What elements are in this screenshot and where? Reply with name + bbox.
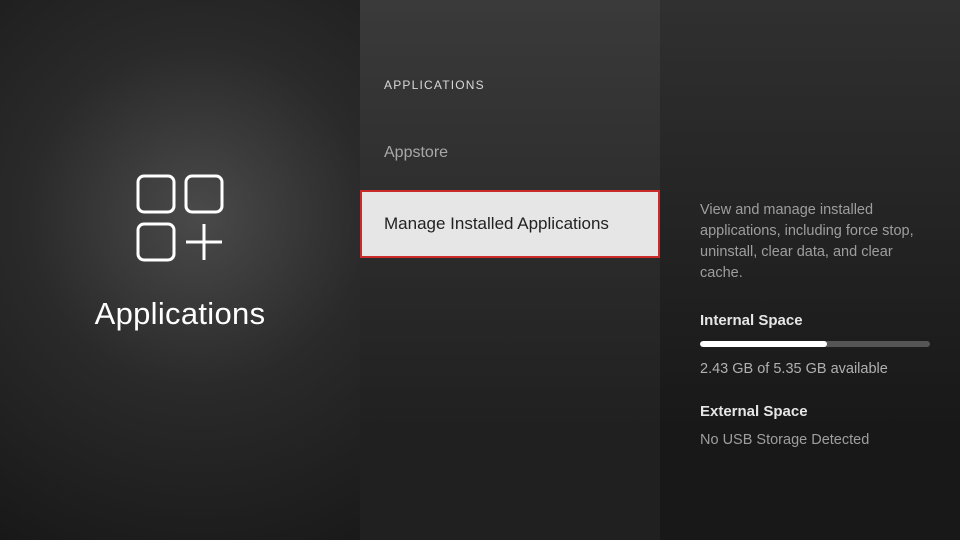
menu-item-appstore[interactable]: Appstore: [360, 126, 660, 180]
internal-space-label: Internal Space: [700, 312, 930, 329]
internal-space-bar: [700, 341, 930, 347]
menu-item-label: Appstore: [384, 144, 448, 161]
internal-space-fill: [700, 341, 827, 347]
section-heading: APPLICATIONS: [360, 78, 660, 126]
applications-icon: [130, 168, 230, 268]
external-space-label: External Space: [700, 403, 930, 420]
internal-space-text: 2.43 GB of 5.35 GB available: [700, 361, 930, 377]
menu-item-manage-installed-applications[interactable]: Manage Installed Applications: [360, 190, 660, 258]
detail-panel: View and manage installed applications, …: [660, 0, 960, 540]
detail-description: View and manage installed applications, …: [700, 200, 930, 284]
menu-item-label: Manage Installed Applications: [384, 214, 609, 233]
settings-list: APPLICATIONS Appstore Manage Installed A…: [360, 0, 660, 540]
sidebar-title: Applications: [95, 296, 266, 332]
external-space-text: No USB Storage Detected: [700, 432, 930, 448]
sidebar: Applications: [0, 0, 360, 540]
